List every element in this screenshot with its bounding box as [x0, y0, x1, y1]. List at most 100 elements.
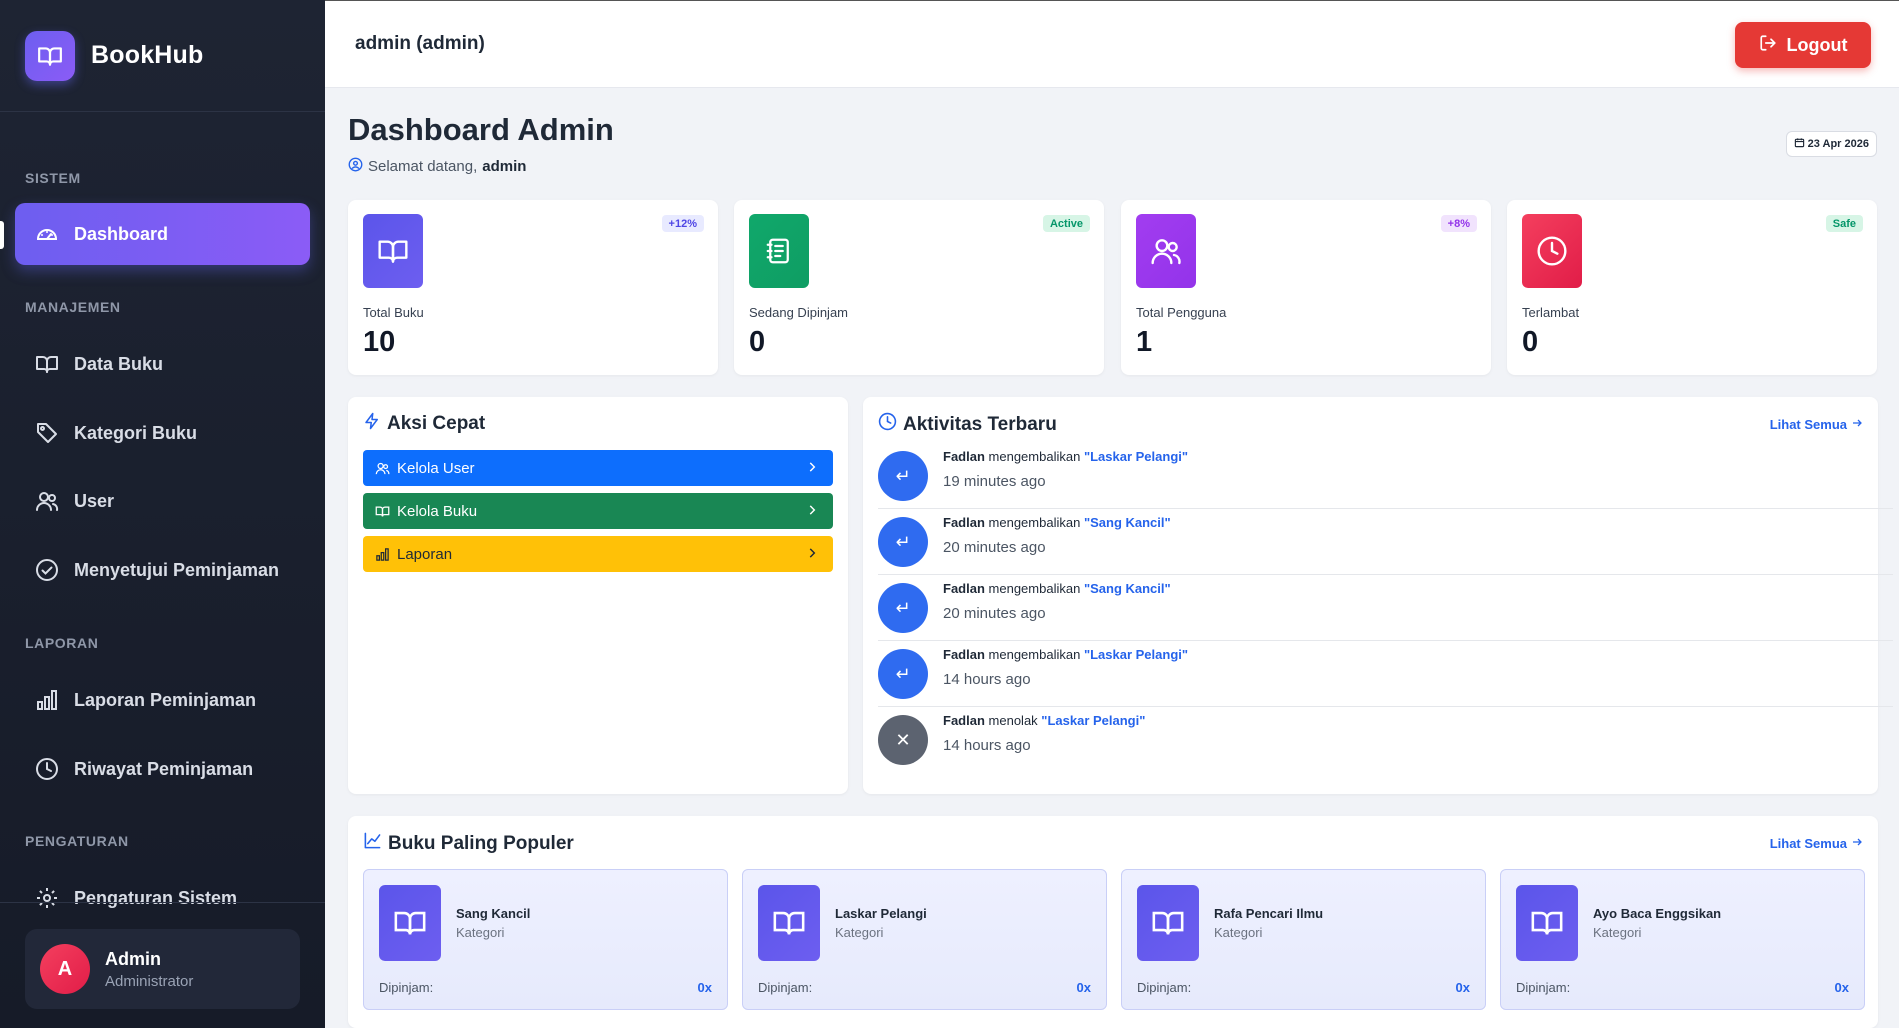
activity-time: 20 minutes ago [943, 605, 1046, 622]
book-title: Rafa Pencari Ilmu [1214, 906, 1324, 921]
stat-badge: Active [1042, 215, 1090, 232]
popular-books-title: Buku Paling Populer [363, 831, 574, 856]
borrow-label: Dipinjam: [758, 980, 813, 995]
kelola-user-button[interactable]: Kelola User [363, 450, 833, 486]
chevron-right-icon [805, 460, 819, 478]
quick-actions-title: Aksi Cepat [363, 412, 485, 436]
active-indicator [0, 221, 4, 249]
stat-label: Sedang Dipinjam [749, 305, 849, 320]
logout-button[interactable]: Logout [1735, 22, 1871, 68]
date-badge: 23 Apr 2026 [1785, 131, 1877, 157]
users-icon [1136, 214, 1196, 288]
sidebar: BookHub SISTEM Dashboard MANAJEMEN Data … [0, 0, 325, 1028]
kelola-buku-button[interactable]: Kelola Buku [363, 493, 833, 529]
popular-see-all-link[interactable]: Lihat Semua [1770, 836, 1863, 851]
trend-line-icon [363, 831, 382, 856]
activity-item: ↵ Fadlan mengembalikan "Laskar Pelangi" … [878, 641, 1893, 707]
topbar: admin (admin) Logout [325, 0, 1899, 88]
arrow-right-icon [1851, 836, 1863, 851]
sidebar-item-user[interactable]: User [15, 470, 310, 532]
sidebar-item-kategori-buku[interactable]: Kategori Buku [15, 402, 310, 464]
return-arrow-icon: ↵ [878, 649, 928, 699]
popular-book-card[interactable]: Sang Kancil Kategori Dipinjam: 0x [363, 869, 728, 1010]
stat-value: 1 [1136, 326, 1153, 358]
logout-label: Logout [1786, 34, 1848, 55]
bar-chart-icon [375, 547, 390, 562]
sidebar-item-dashboard[interactable]: Dashboard [15, 203, 310, 265]
avatar: A [40, 944, 90, 994]
tag-icon [34, 420, 60, 446]
book-title: Ayo Baca Enggsikan [1593, 906, 1722, 921]
section-title-pengaturan: PENGATURAN [25, 833, 129, 849]
user-card[interactable]: A Admin Administrator [25, 929, 300, 1009]
book-category: Kategori [1593, 925, 1642, 940]
book-category: Kategori [835, 925, 884, 940]
sidebar-item-label: Laporan Peminjaman [74, 689, 257, 710]
sidebar-item-data-buku[interactable]: Data Buku [15, 333, 310, 395]
activity-time: 14 hours ago [943, 671, 1031, 688]
stat-badge: +8% [1440, 215, 1477, 232]
section-title-laporan: LAPORAN [25, 635, 99, 651]
activity-time: 19 minutes ago [943, 473, 1046, 490]
stat-label: Terlambat [1522, 305, 1580, 320]
book-category: Kategori [1214, 925, 1263, 940]
welcome-text: Selamat datang, admin [348, 157, 526, 176]
stat-card-sedang-dipinjam: Active Sedang Dipinjam 0 [734, 200, 1104, 375]
popular-book-card[interactable]: Laskar Pelangi Kategori Dipinjam: 0x [742, 869, 1107, 1010]
activity-item: ↵ Fadlan mengembalikan "Sang Kancil" 20 … [878, 509, 1893, 575]
lightning-icon [363, 412, 381, 436]
logout-icon [1759, 34, 1777, 57]
stat-card-total-buku: +12% Total Buku 10 [348, 200, 718, 375]
stat-badge: +12% [661, 215, 704, 232]
book-icon [758, 885, 820, 961]
stat-value: 0 [749, 326, 766, 358]
activity-time: 14 hours ago [943, 737, 1031, 754]
laporan-button[interactable]: Laporan [363, 536, 833, 572]
return-arrow-icon: ↵ [878, 451, 928, 501]
dashboard-gauge-icon [34, 221, 60, 247]
return-arrow-icon: ↵ [878, 583, 928, 633]
stat-label: Total Buku [363, 305, 424, 320]
activity-item: ✕ Fadlan menolak "Laskar Pelangi" 14 hou… [878, 707, 1893, 773]
activity-item: ↵ Fadlan mengembalikan "Laskar Pelangi" … [878, 443, 1893, 509]
borrow-count: 0x [1455, 980, 1470, 995]
sidebar-item-menyetujui-peminjaman[interactable]: Menyetujui Peminjaman [15, 539, 310, 601]
book-open-icon [363, 214, 423, 288]
clock-icon [34, 756, 60, 782]
sidebar-item-laporan-peminjaman[interactable]: Laporan Peminjaman [15, 669, 310, 731]
clock-icon [1522, 214, 1582, 288]
user-name: Admin [105, 948, 161, 969]
borrow-count: 0x [1076, 980, 1091, 995]
bar-chart-icon [34, 687, 60, 713]
welcome-user: admin [482, 158, 527, 175]
check-circle-icon [34, 557, 60, 583]
activity-panel: Aktivitas Terbaru Lihat Semua ↵ Fadlan m… [863, 397, 1893, 794]
notebook-icon [749, 214, 809, 288]
date-text: 23 Apr 2026 [1807, 138, 1869, 150]
activity-title: Aktivitas Terbaru [878, 412, 1057, 437]
calendar-icon [1794, 137, 1805, 151]
stat-card-terlambat: Safe Terlambat 0 [1507, 200, 1877, 375]
popular-book-card[interactable]: Ayo Baca Enggsikan Kategori Dipinjam: 0x [1500, 869, 1865, 1010]
brand[interactable]: BookHub [0, 0, 325, 112]
popular-book-card[interactable]: Rafa Pencari Ilmu Kategori Dipinjam: 0x [1121, 869, 1486, 1010]
welcome-prefix: Selamat datang, [368, 158, 478, 175]
activity-see-all-link[interactable]: Lihat Semua [1770, 417, 1863, 432]
sidebar-item-label: User [74, 490, 115, 511]
clock-icon [878, 412, 897, 437]
book-icon [375, 504, 390, 519]
user-circle-icon [348, 157, 363, 176]
arrow-right-icon [1851, 417, 1863, 432]
book-icon [1137, 885, 1199, 961]
borrow-label: Dipinjam: [379, 980, 434, 995]
sidebar-item-label: Menyetujui Peminjaman [74, 559, 280, 580]
user-role: Administrator [105, 972, 194, 990]
sidebar-item-label: Riwayat Peminjaman [74, 758, 254, 779]
borrow-label: Dipinjam: [1516, 980, 1571, 995]
book-icon [34, 351, 60, 377]
borrow-label: Dipinjam: [1137, 980, 1192, 995]
close-x-icon: ✕ [878, 715, 928, 765]
sidebar-item-riwayat-peminjaman[interactable]: Riwayat Peminjaman [15, 738, 310, 800]
chevron-right-icon [805, 503, 819, 521]
borrow-count: 0x [1834, 980, 1849, 995]
